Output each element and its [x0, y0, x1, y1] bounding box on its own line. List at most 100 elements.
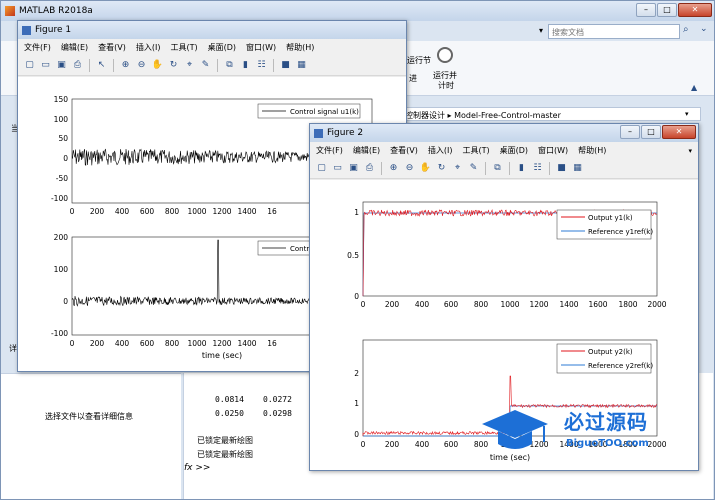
colorbar-icon[interactable]: ▮ [515, 162, 528, 175]
close-button[interactable]: ✕ [662, 125, 696, 139]
pan-icon[interactable]: ✋ [419, 162, 432, 175]
expand-icon[interactable]: ⌄ [700, 24, 712, 38]
show-plot-tools-icon[interactable]: ▦ [295, 59, 308, 72]
xtick-label: 600 [140, 207, 155, 216]
xtick-label: 800 [474, 300, 489, 309]
toolbar-divider [381, 162, 382, 175]
xtick-label: 400 [415, 440, 430, 449]
colorbar-icon[interactable]: ▮ [239, 59, 252, 72]
figure-1-title: Figure 1 [35, 25, 72, 35]
menu-insert[interactable]: 插入(I) [136, 42, 161, 53]
menu-help[interactable]: 帮助(H) [578, 145, 606, 156]
save-icon[interactable]: ▣ [55, 59, 68, 72]
menu-edit[interactable]: 编辑(E) [353, 145, 380, 156]
hide-plot-tools-icon[interactable]: ■ [555, 162, 568, 175]
print-icon[interactable]: ⎙ [363, 162, 376, 175]
minimize-button[interactable]: – [620, 125, 640, 139]
watermark-title: 必过源码 [564, 410, 648, 434]
rotate-icon[interactable]: ↻ [167, 59, 180, 72]
xtick-label: 400 [415, 300, 430, 309]
figure-1-title-bar[interactable]: Figure 1 [18, 21, 406, 39]
minimize-button[interactable]: – [636, 3, 656, 17]
menu-view[interactable]: 查看(V) [390, 145, 418, 156]
open-icon[interactable]: ▭ [331, 162, 344, 175]
ytick-label: -100 [51, 329, 68, 338]
current-folder-bar[interactable]: 控制器设计 ▸ Model-Free-Control-master [401, 107, 701, 121]
figure-2-toolbar: ▢ ▭ ▣ ⎙ ⊕ ⊖ ✋ ↻ ⌖ ✎ ⧉ ▮ ☷ ■ ▦ [310, 159, 698, 179]
new-figure-icon[interactable]: ▢ [315, 162, 328, 175]
show-plot-tools-icon[interactable]: ▦ [571, 162, 584, 175]
legend-entry-label: Output y2(k) [588, 348, 633, 356]
ribbon-collapse-icon[interactable]: ▲ [691, 83, 697, 92]
ytick-label: 150 [54, 95, 69, 104]
data-cursor-icon[interactable]: ⌖ [451, 162, 464, 175]
path-dropdown-icon[interactable]: ▾ [685, 110, 689, 118]
legend-icon[interactable]: ☷ [531, 162, 544, 175]
xtick-label: 1200 [212, 339, 231, 348]
menu-view[interactable]: 查看(V) [98, 42, 126, 53]
watermark: 必过源码 BiguoTOO.com [480, 404, 680, 460]
cmd-value-1b: 0.0272 [263, 395, 292, 404]
menu-tools[interactable]: 工具(T) [170, 42, 197, 53]
ytick-label: 0 [63, 154, 68, 163]
menu-file[interactable]: 文件(F) [24, 42, 51, 53]
save-icon[interactable]: ▣ [347, 162, 360, 175]
xtick-label: 2000 [647, 300, 666, 309]
link-icon[interactable]: ⧉ [491, 162, 504, 175]
print-icon[interactable]: ⎙ [71, 59, 84, 72]
data-cursor-icon[interactable]: ⌖ [183, 59, 196, 72]
maximize-button[interactable]: □ [641, 125, 661, 139]
pointer-icon[interactable]: ↖ [95, 59, 108, 72]
maximize-button[interactable]: □ [657, 3, 677, 17]
xtick-label: 1400 [237, 339, 256, 348]
xtick-label: 0 [70, 207, 75, 216]
zoom-in-icon[interactable]: ⊕ [387, 162, 400, 175]
details-placeholder: 选择文件以查看详细信息 [45, 412, 133, 421]
xtick-label: 0 [70, 339, 75, 348]
figure-1-toolbar: ▢ ▭ ▣ ⎙ ↖ ⊕ ⊖ ✋ ↻ ⌖ ✎ ⧉ ▮ ☷ ■ ▦ [18, 56, 406, 76]
rotate-icon[interactable]: ↻ [435, 162, 448, 175]
search-icon[interactable]: ⌕ [683, 24, 697, 38]
zoom-out-icon[interactable]: ⊖ [135, 59, 148, 72]
menu-desktop[interactable]: 桌面(D) [500, 145, 528, 156]
menu-tools[interactable]: 工具(T) [462, 145, 489, 156]
menu-edit[interactable]: 编辑(E) [61, 42, 88, 53]
legend-entry-label: Output y1(k) [588, 214, 633, 222]
menu-help[interactable]: 帮助(H) [286, 42, 314, 53]
xtick-label: 1800 [618, 300, 637, 309]
axes-1-xticks: 0 200 400 600 800 1000 1200 1400 16 [70, 207, 277, 216]
pan-icon[interactable]: ✋ [151, 59, 164, 72]
figure-1-menubar: 文件(F) 编辑(E) 查看(V) 插入(I) 工具(T) 桌面(D) 窗口(W… [18, 39, 406, 56]
xtick-label: 1200 [529, 300, 548, 309]
run-section-button[interactable]: 运行节 [407, 55, 431, 66]
xtick-label: 0 [361, 300, 366, 309]
close-button[interactable]: ✕ [678, 3, 712, 17]
menu-window[interactable]: 窗口(W) [538, 145, 568, 156]
figure-2-expand-icon[interactable]: ▾ [688, 147, 692, 155]
path-segment-1[interactable]: 控制器设计 [405, 111, 445, 120]
zoom-out-icon[interactable]: ⊖ [403, 162, 416, 175]
menu-file[interactable]: 文件(F) [316, 145, 343, 156]
menu-window[interactable]: 窗口(W) [246, 42, 276, 53]
xtick-label: 1000 [187, 207, 206, 216]
search-dropdown-icon[interactable]: ▾ [539, 26, 543, 35]
left-panel-char-2: 详 [9, 344, 17, 353]
search-input[interactable]: 搜索文档 [548, 24, 680, 39]
zoom-in-icon[interactable]: ⊕ [119, 59, 132, 72]
hide-plot-tools-icon[interactable]: ■ [279, 59, 292, 72]
ytick-label: 0.5 [347, 251, 359, 260]
run-time-label-2[interactable]: 计时 [438, 80, 454, 91]
run-time-icon[interactable] [437, 47, 453, 63]
toolbar-divider [113, 59, 114, 72]
menu-desktop[interactable]: 桌面(D) [208, 42, 236, 53]
command-prompt[interactable]: fx >> [184, 463, 210, 473]
brush-icon[interactable]: ✎ [467, 162, 480, 175]
menu-insert[interactable]: 插入(I) [428, 145, 453, 156]
legend-icon[interactable]: ☷ [255, 59, 268, 72]
open-icon[interactable]: ▭ [39, 59, 52, 72]
new-figure-icon[interactable]: ▢ [23, 59, 36, 72]
link-icon[interactable]: ⧉ [223, 59, 236, 72]
brush-icon[interactable]: ✎ [199, 59, 212, 72]
path-segment-2[interactable]: Model-Free-Control-master [454, 111, 561, 120]
xtick-label: 400 [115, 207, 130, 216]
